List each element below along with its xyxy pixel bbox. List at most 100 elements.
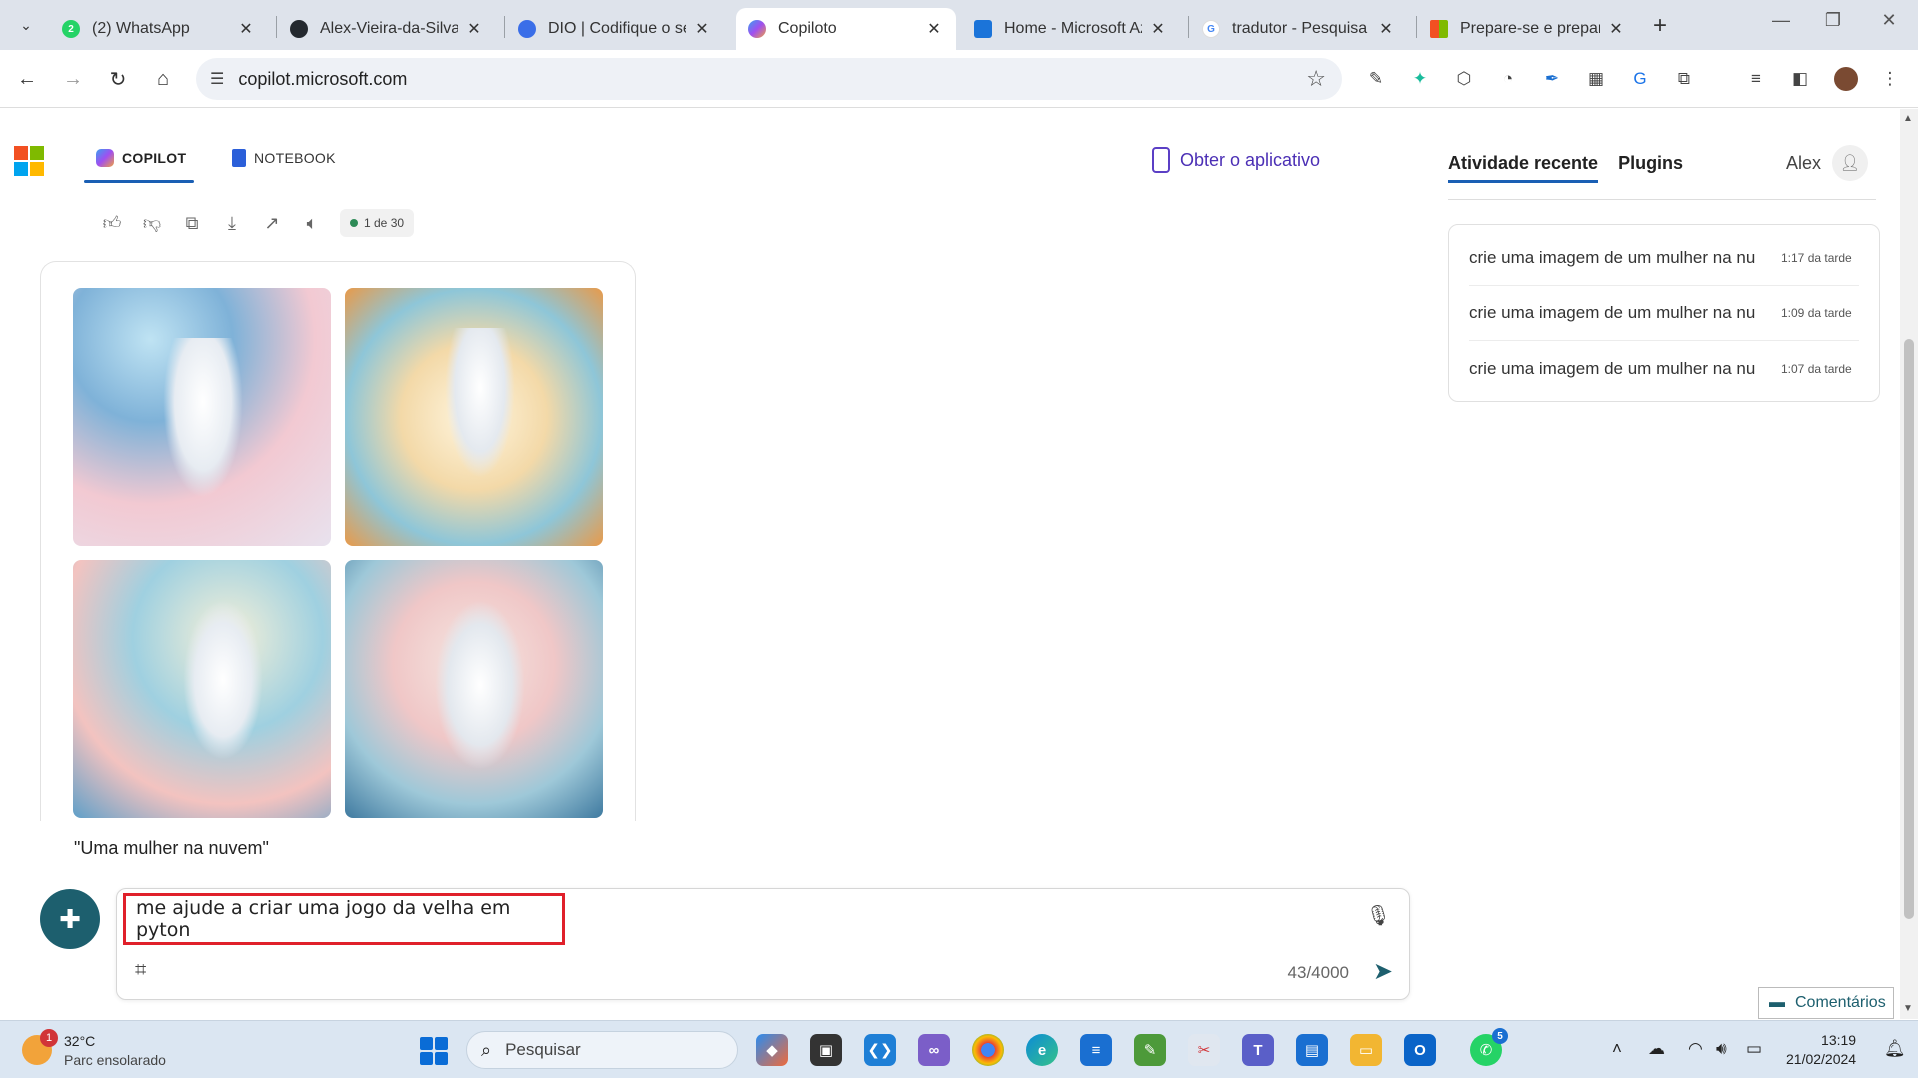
side-panel-icon[interactable]: ◧ bbox=[1788, 67, 1812, 91]
edge-icon[interactable]: e bbox=[1026, 1034, 1058, 1066]
close-icon[interactable]: ✕ bbox=[236, 19, 256, 39]
whatsapp-icon[interactable]: ✆ 5 bbox=[1470, 1028, 1508, 1066]
scroll-down-icon[interactable]: ▼ bbox=[1903, 1003, 1913, 1014]
thumbs-up-icon[interactable]: 👍︎ bbox=[92, 209, 132, 237]
teams-icon[interactable]: T bbox=[1242, 1034, 1274, 1066]
tab-copilot[interactable]: Copiloto ✕ bbox=[736, 8, 956, 50]
task-view-icon[interactable]: ▣ bbox=[810, 1034, 842, 1066]
paint-icon[interactable]: ✎ bbox=[1134, 1034, 1166, 1066]
close-icon[interactable]: ✕ bbox=[1376, 19, 1396, 39]
recent-item[interactable]: crie uma imagem de um mulher na nu 1:09 … bbox=[1469, 286, 1859, 341]
recent-item[interactable]: crie uma imagem de um mulher na nu 1:17 … bbox=[1469, 231, 1859, 286]
visual-studio-icon[interactable]: ∞ bbox=[918, 1034, 950, 1066]
close-icon[interactable]: ✕ bbox=[464, 19, 484, 39]
outlook-icon[interactable]: O bbox=[1404, 1034, 1436, 1066]
volume-icon[interactable]: 🔊︎ bbox=[1716, 1039, 1727, 1059]
nav-active-indicator bbox=[84, 180, 194, 183]
pen-extension-icon[interactable]: ✒ bbox=[1540, 67, 1564, 91]
feedback-button[interactable]: ▬ Comentários bbox=[1758, 987, 1894, 1019]
new-topic-button[interactable]: ✚ bbox=[40, 889, 100, 949]
snipping-tool-icon[interactable]: ✂ bbox=[1188, 1034, 1220, 1066]
copilot-preview-icon[interactable]: ◆ bbox=[756, 1034, 788, 1066]
address-bar[interactable]: ☰ copilot.microsoft.com ☆ bbox=[196, 58, 1342, 100]
user-name[interactable]: Alex bbox=[1786, 153, 1821, 174]
weather-widget[interactable]: 1 32°C Parc ensolarado bbox=[22, 1029, 166, 1069]
new-tab-button[interactable]: + bbox=[1653, 12, 1667, 40]
wifi-icon[interactable]: ◠ bbox=[1688, 1039, 1703, 1059]
file-explorer-icon[interactable]: ▭ bbox=[1350, 1034, 1382, 1066]
thumbs-down-icon[interactable]: 👎︎ bbox=[132, 209, 172, 237]
sidebar-tabs: Atividade recente Plugins bbox=[1448, 153, 1683, 183]
recent-item[interactable]: crie uma imagem de um mulher na nu 1:07 … bbox=[1469, 341, 1859, 396]
microphone-icon[interactable]: 🎙︎ bbox=[1366, 903, 1391, 928]
menu-kebab-icon[interactable]: ⋮ bbox=[1878, 67, 1902, 91]
azure-icon bbox=[974, 20, 992, 38]
onedrive-icon[interactable]: ☁ bbox=[1648, 1039, 1665, 1059]
cube-extension-icon[interactable]: ⬡ bbox=[1452, 67, 1476, 91]
microsoft-logo[interactable] bbox=[14, 146, 44, 176]
close-icon[interactable]: ✕ bbox=[924, 19, 944, 39]
show-hidden-icons[interactable]: ˄ bbox=[1612, 1039, 1622, 1059]
share-icon[interactable]: ↗ bbox=[252, 209, 292, 237]
copy-icon[interactable]: ⧉ bbox=[172, 209, 212, 237]
tab-recent-activity[interactable]: Atividade recente bbox=[1448, 153, 1599, 183]
tab-github[interactable]: Alex-Vieira-da-Silva/ ✕ bbox=[278, 8, 496, 50]
recent-item-time: 1:09 da tarde bbox=[1781, 306, 1852, 320]
qr-code-icon[interactable]: ▦ bbox=[1584, 67, 1608, 91]
chrome-icon[interactable] bbox=[972, 1034, 1004, 1066]
generated-image-4[interactable] bbox=[345, 560, 603, 818]
notepad-icon[interactable]: ≡ bbox=[1080, 1034, 1112, 1066]
speaker-icon[interactable]: 🔈︎ bbox=[292, 209, 332, 237]
start-button[interactable] bbox=[420, 1037, 448, 1065]
extension-icon[interactable]: ✦ bbox=[1408, 67, 1432, 91]
tab-plugins[interactable]: Plugins bbox=[1618, 153, 1683, 183]
vscode-icon[interactable]: ❮❯ bbox=[864, 1034, 896, 1066]
scroll-up-icon[interactable]: ▲ bbox=[1903, 113, 1913, 124]
nav-notebook[interactable]: NOTEBOOK bbox=[232, 149, 336, 167]
speed-extension-icon[interactable]: ◔ bbox=[1496, 67, 1520, 91]
tab-microsoft-learn[interactable]: Prepare-se e prepare ✕ bbox=[1418, 8, 1638, 50]
send-icon[interactable]: ➤ bbox=[1373, 957, 1393, 986]
bookmark-star-icon[interactable]: ☆ bbox=[1306, 66, 1326, 92]
page-scrollbar[interactable]: ▲ ▼ bbox=[1900, 109, 1918, 1019]
site-info-icon[interactable]: ☰ bbox=[210, 69, 224, 89]
generated-image-3[interactable] bbox=[73, 560, 331, 818]
nav-copilot[interactable]: COPILOT bbox=[96, 149, 186, 167]
battery-icon[interactable]: ▭ bbox=[1746, 1039, 1762, 1059]
media-controls-icon[interactable]: ≡ bbox=[1744, 67, 1768, 91]
taskbar-search[interactable]: ⌕ Pesquisar bbox=[466, 1031, 738, 1069]
system-clock[interactable]: 13:19 21/02/2024 bbox=[1786, 1031, 1856, 1069]
home-button[interactable]: ⌂ bbox=[148, 64, 178, 94]
generated-image-1[interactable] bbox=[73, 288, 331, 546]
tab-separator bbox=[1188, 16, 1189, 38]
minimize-button[interactable]: — bbox=[1758, 10, 1804, 31]
user-avatar-icon[interactable]: 👤︎ bbox=[1832, 145, 1868, 181]
extensions-puzzle-icon[interactable]: ⧉ bbox=[1672, 67, 1696, 91]
tab-search-button[interactable]: ⌄ bbox=[12, 11, 40, 39]
image-search-icon[interactable]: ⌗ bbox=[135, 959, 146, 982]
close-icon[interactable]: ✕ bbox=[1148, 19, 1168, 39]
tab-azure[interactable]: Home - Microsoft Az ✕ bbox=[962, 8, 1180, 50]
close-window-button[interactable]: ✕ bbox=[1866, 10, 1912, 31]
notifications-icon[interactable]: 🔔︎ bbox=[1884, 1039, 1906, 1059]
restore-button[interactable]: ❐ bbox=[1810, 10, 1856, 31]
tab-dio[interactable]: DIO | Codifique o seu ✕ bbox=[506, 8, 724, 50]
back-button[interactable]: ← bbox=[12, 64, 42, 94]
eyedropper-extension-icon[interactable]: ✎ bbox=[1364, 67, 1388, 91]
close-icon[interactable]: ✕ bbox=[692, 19, 712, 39]
translate-icon[interactable]: G bbox=[1628, 67, 1652, 91]
download-icon[interactable]: ⤓ bbox=[212, 209, 252, 237]
tab-whatsapp[interactable]: 2 (2) WhatsApp ✕ bbox=[50, 8, 268, 50]
generated-image-2[interactable] bbox=[345, 288, 603, 546]
profile-avatar[interactable] bbox=[1834, 67, 1858, 91]
get-app-link[interactable]: Obter o aplicativo bbox=[1152, 147, 1320, 173]
tab-google[interactable]: G tradutor - Pesquisa G ✕ bbox=[1190, 8, 1408, 50]
tab-title: Copiloto bbox=[778, 20, 837, 37]
close-icon[interactable]: ✕ bbox=[1606, 19, 1626, 39]
microsoft-store-icon[interactable]: ▤ bbox=[1296, 1034, 1328, 1066]
forward-button[interactable]: → bbox=[58, 64, 88, 94]
reload-button[interactable]: ↻ bbox=[103, 64, 133, 94]
chat-input[interactable]: me ajude a criar uma jogo da velha em py… bbox=[123, 893, 565, 945]
scrollbar-thumb[interactable] bbox=[1904, 339, 1914, 919]
counter-text: 1 de 30 bbox=[364, 216, 405, 230]
